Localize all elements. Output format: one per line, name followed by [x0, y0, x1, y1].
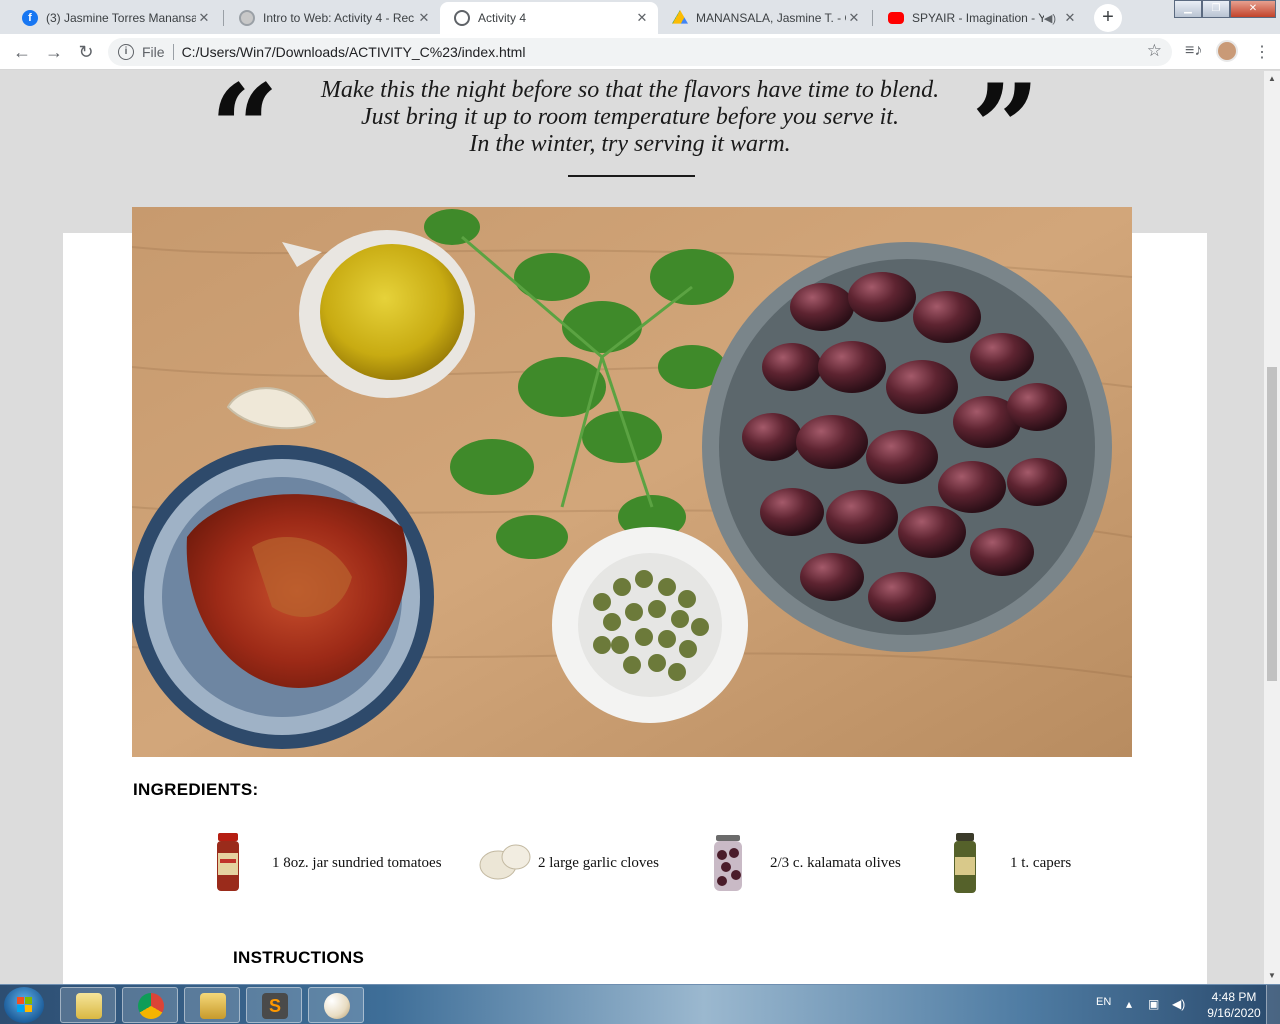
- quote-line: Make this the night before so that the f…: [320, 77, 940, 103]
- ingredients-list: 1 8oz. jar sundried tomatoes 2 large gar…: [210, 831, 1110, 895]
- chrome-icon: [138, 993, 164, 1019]
- browser-tab-strip: f (3) Jasmine Torres Manansala ✕ Intro t…: [0, 0, 1280, 34]
- caper-jar-icon: [954, 833, 976, 893]
- quote-text: Make this the night before so that the f…: [300, 77, 960, 158]
- tab-google-drive[interactable]: MANANSALA, Jasmine T. - G ✕: [658, 2, 870, 34]
- clock-date: 9/16/2020: [1207, 1006, 1261, 1020]
- olive-jar-icon: [714, 835, 742, 891]
- folder-icon: [200, 993, 226, 1019]
- ingredient-item: 1 8oz. jar sundried tomatoes: [210, 831, 442, 895]
- taskbar-explorer[interactable]: [60, 987, 116, 1023]
- quote-block: “ Make this the night before so that the…: [210, 71, 1040, 189]
- quote-divider: [568, 175, 695, 177]
- url-text[interactable]: C:/Users/Win7/Downloads/ACTIVITY_C%23/in…: [182, 44, 526, 60]
- window-controls: ▁ ❐ ✕: [1174, 0, 1276, 18]
- scroll-down-arrow-icon[interactable]: ▼: [1264, 968, 1280, 984]
- ingredients-heading: INGREDIENTS:: [133, 780, 259, 799]
- close-icon[interactable]: ✕: [416, 10, 432, 26]
- ingredient-label: 2 large garlic cloves: [538, 854, 659, 871]
- clock-time: 4:48 PM: [1211, 990, 1257, 1004]
- clock[interactable]: 4:48 PM 9/16/2020: [1198, 989, 1270, 1021]
- garlic-cloves-icon: [479, 844, 531, 880]
- quote-line: In the winter, try serving it warm.: [469, 131, 791, 157]
- forward-button[interactable]: →: [42, 40, 66, 64]
- close-quote-mark: ”: [970, 71, 1040, 199]
- minimize-button[interactable]: ▁: [1174, 0, 1202, 18]
- tab-facebook[interactable]: f (3) Jasmine Torres Manansala ✕: [8, 2, 220, 34]
- ingredient-label: 2/3 c. kalamata olives: [770, 854, 901, 871]
- language-indicator[interactable]: EN: [1096, 996, 1111, 1008]
- new-tab-button[interactable]: +: [1094, 4, 1122, 32]
- menu-icon[interactable]: ⋮: [1254, 42, 1270, 62]
- tab-youtube[interactable]: SPYAIR - Imagination - Y ◀) ✕: [874, 2, 1086, 34]
- explorer-icon: [76, 993, 102, 1019]
- open-quote-mark: “: [210, 71, 280, 199]
- google-drive-icon: [672, 10, 688, 24]
- close-icon[interactable]: ✕: [196, 10, 212, 26]
- close-icon[interactable]: ✕: [1062, 10, 1078, 26]
- ingredient-item: 2 large garlic cloves: [476, 831, 659, 895]
- page-viewport: “ Make this the night before so that the…: [0, 71, 1264, 984]
- tab-title: (3) Jasmine Torres Manansala: [46, 11, 196, 25]
- close-icon[interactable]: ✕: [846, 10, 862, 26]
- classroom-icon: [239, 10, 255, 26]
- tab-title: MANANSALA, Jasmine T. - G: [696, 11, 846, 25]
- network-icon[interactable]: ▣: [1148, 997, 1159, 1011]
- taskbar-folder[interactable]: [184, 987, 240, 1023]
- ingredient-item: 1 t. capers: [948, 831, 1071, 895]
- tab-title: SPYAIR - Imagination - Y: [912, 11, 1044, 25]
- close-window-button[interactable]: ✕: [1230, 0, 1276, 18]
- youtube-icon: [888, 12, 904, 24]
- url-scheme: File: [142, 44, 165, 60]
- taskbar-paint[interactable]: [308, 987, 364, 1023]
- audio-playing-icon[interactable]: ◀): [1044, 12, 1056, 25]
- paint-icon: [324, 993, 350, 1019]
- info-icon[interactable]: i: [118, 44, 134, 60]
- taskbar-chrome[interactable]: [122, 987, 178, 1023]
- bookmark-star-icon[interactable]: ☆: [1147, 41, 1162, 61]
- vertical-scrollbar[interactable]: ▲ ▼: [1264, 71, 1280, 984]
- reload-button[interactable]: ↻: [74, 40, 98, 64]
- tab-title: Intro to Web: Activity 4 - Rec: [263, 11, 415, 25]
- ingredient-label: 1 t. capers: [1010, 854, 1072, 871]
- ingredients-photo: [132, 207, 1132, 757]
- volume-icon[interactable]: ◀): [1172, 997, 1185, 1011]
- media-control-icon[interactable]: ≡♪: [1185, 42, 1202, 60]
- ingredient-item: 2/3 c. kalamata olives: [708, 831, 901, 895]
- tab-activity-4[interactable]: Activity 4 ✕: [440, 2, 658, 34]
- scroll-up-arrow-icon[interactable]: ▲: [1264, 71, 1280, 87]
- address-bar[interactable]: i File C:/Users/Win7/Downloads/ACTIVITY_…: [108, 38, 1172, 66]
- windows-taskbar: S EN ▴ ▣ ◀) 4:48 PM 9/16/2020: [0, 984, 1280, 1024]
- taskbar-sublime-text[interactable]: S: [246, 987, 302, 1023]
- globe-icon: [454, 10, 470, 26]
- instructions-heading: INSTRUCTIONS: [233, 948, 365, 967]
- sublime-text-icon: S: [262, 993, 288, 1019]
- facebook-icon: f: [22, 10, 38, 26]
- profile-avatar[interactable]: [1216, 40, 1238, 62]
- close-icon[interactable]: ✕: [634, 10, 650, 26]
- sundried-tomato-jar-icon: [217, 833, 239, 891]
- tab-intro-to-web[interactable]: Intro to Web: Activity 4 - Rec ✕: [225, 2, 440, 34]
- browser-toolbar: ← → ↻ i File C:/Users/Win7/Downloads/ACT…: [0, 34, 1280, 70]
- start-button[interactable]: [4, 987, 44, 1023]
- scroll-thumb[interactable]: [1267, 367, 1277, 681]
- quote-line: Just bring it up to room temperature bef…: [361, 104, 899, 130]
- back-button[interactable]: ←: [10, 40, 34, 64]
- maximize-button[interactable]: ❐: [1202, 0, 1230, 18]
- ingredient-label: 1 8oz. jar sundried tomatoes: [272, 854, 442, 871]
- show-hidden-icons-icon[interactable]: ▴: [1126, 997, 1132, 1011]
- show-desktop-button[interactable]: [1266, 985, 1280, 1024]
- windows-logo-icon: [17, 997, 33, 1013]
- tab-title: Activity 4: [478, 11, 527, 25]
